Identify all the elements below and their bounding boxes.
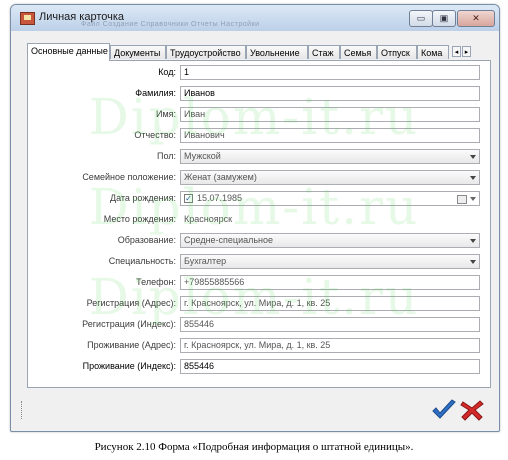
tab-scroll-right[interactable]: ▸ [462,46,471,57]
gender-label: Пол: [156,151,176,161]
birthplace-label: Место рождения: [103,214,176,224]
marital-select-value: Женат (замужем) [184,172,257,182]
reg-address-field[interactable]: г. Красноярск, ул. Мира, д. 1, кв. 25 [180,296,480,311]
maximize-button[interactable]: ▣ [432,10,456,27]
education-label: Образование: [117,235,176,245]
surname-label: Фамилия: [135,88,176,98]
reg-index-label: Регистрация (Индекс): [82,319,176,329]
live-index-field[interactable]: 855446 [180,359,480,374]
chevron-down-icon[interactable] [470,239,476,243]
red-x-icon[interactable] [459,399,485,421]
chevron-down-icon[interactable] [470,176,476,180]
code-row: Код: 1 [28,65,488,80]
tab-main-data[interactable]: Основные данные [27,43,110,61]
code-field[interactable]: 1 [180,65,480,80]
figure-caption: Рисунок 2.10 Форма «Подробная информация… [94,441,414,453]
education-row: Образование: Средне-специальное [28,233,488,248]
gender-select-value: Мужской [184,151,221,161]
tab-business-trip[interactable]: Кома [417,45,449,59]
surname-field[interactable]: Иванов [180,86,480,101]
birthplace-row: Место рождения: Красноярск [28,212,488,227]
calendar-icon[interactable] [457,195,467,204]
birthdate-label: Дата рождения: [110,193,176,203]
name-row: Имя: Иван [28,107,488,122]
title-bar[interactable]: Личная карточка Файл Создание Справочник… [11,5,499,31]
main-data-panel: Код: 1 Фамилия: Иванов Имя: Иван Отчеств… [27,60,491,388]
bottom-toolbar [13,395,497,427]
tab-experience[interactable]: Стаж [308,45,340,59]
chevron-down-icon[interactable] [470,197,476,201]
phone-label: Телефон: [136,277,176,287]
birthdate-row: Дата рождения: ✓ 15.07.1985 [28,191,488,206]
reg-address-label: Регистрация (Адрес): [86,298,176,308]
toolbar-grip[interactable] [21,401,25,419]
minimize-button[interactable]: ▭ [409,10,433,27]
tab-family[interactable]: Семья [340,45,377,59]
app-icon [20,12,35,25]
patronymic-label: Отчество: [134,130,176,140]
surname-row: Фамилия: Иванов [28,86,488,101]
birthdate-value: 15.07.1985 [197,193,243,203]
birthdate-checkbox[interactable]: ✓ [184,194,193,203]
live-index-label: Проживание (Индекс): [82,361,176,371]
tab-dismissal[interactable]: Увольнение [246,45,308,59]
birthplace-field[interactable]: Красноярск [180,212,480,227]
background-menu-ghost: Файл Создание Справочники Отчеты Настрой… [81,21,260,28]
tab-vacation[interactable]: Отпуск [377,45,417,59]
reg-index-row: Регистрация (Индекс): 855446 [28,317,488,332]
tab-employment[interactable]: Трудоустройство [166,45,246,59]
reg-address-row: Регистрация (Адрес): г. Красноярск, ул. … [28,296,488,311]
live-address-row: Проживание (Адрес): г. Красноярск, ул. М… [28,338,488,353]
tab-scroll-left[interactable]: ◂ [452,46,461,57]
education-select-value: Средне-специальное [184,235,274,245]
personal-card-window: Личная карточка Файл Создание Справочник… [10,4,500,432]
birthdate-picker[interactable]: ✓ 15.07.1985 [180,191,480,206]
gender-row: Пол: Мужской [28,149,488,164]
marital-select[interactable]: Женат (замужем) [180,170,480,185]
chevron-down-icon[interactable] [470,155,476,159]
patronymic-row: Отчество: Иванович [28,128,488,143]
chevron-down-icon[interactable] [470,260,476,264]
specialty-row: Специальность: Бухгалтер [28,254,488,269]
reg-index-field[interactable]: 855446 [180,317,480,332]
education-select[interactable]: Средне-специальное [180,233,480,248]
name-label: Имя: [155,109,176,119]
phone-field[interactable]: +79855885566 [180,275,480,290]
live-address-field[interactable]: г. Красноярск, ул. Мира, д. 1, кв. 25 [180,338,480,353]
marital-row: Семейное положение: Женат (замужем) [28,170,488,185]
marital-label: Семейное положение: [82,172,176,182]
tab-strip: Основные данные Документы Трудоустройств… [27,43,491,61]
specialty-label: Специальность: [108,256,176,266]
live-address-label: Проживание (Адрес): [87,340,176,350]
specialty-select-value: Бухгалтер [184,256,227,266]
code-label: Код: [158,67,176,77]
close-button[interactable]: ✕ [457,10,495,27]
live-index-row: Проживание (Индекс): 855446 [28,359,488,374]
specialty-select[interactable]: Бухгалтер [180,254,480,269]
checkmark-icon[interactable] [431,399,457,421]
gender-select[interactable]: Мужской [180,149,480,164]
patronymic-field[interactable]: Иванович [180,128,480,143]
phone-row: Телефон: +79855885566 [28,275,488,290]
tab-documents[interactable]: Документы [110,45,166,59]
name-field[interactable]: Иван [180,107,480,122]
